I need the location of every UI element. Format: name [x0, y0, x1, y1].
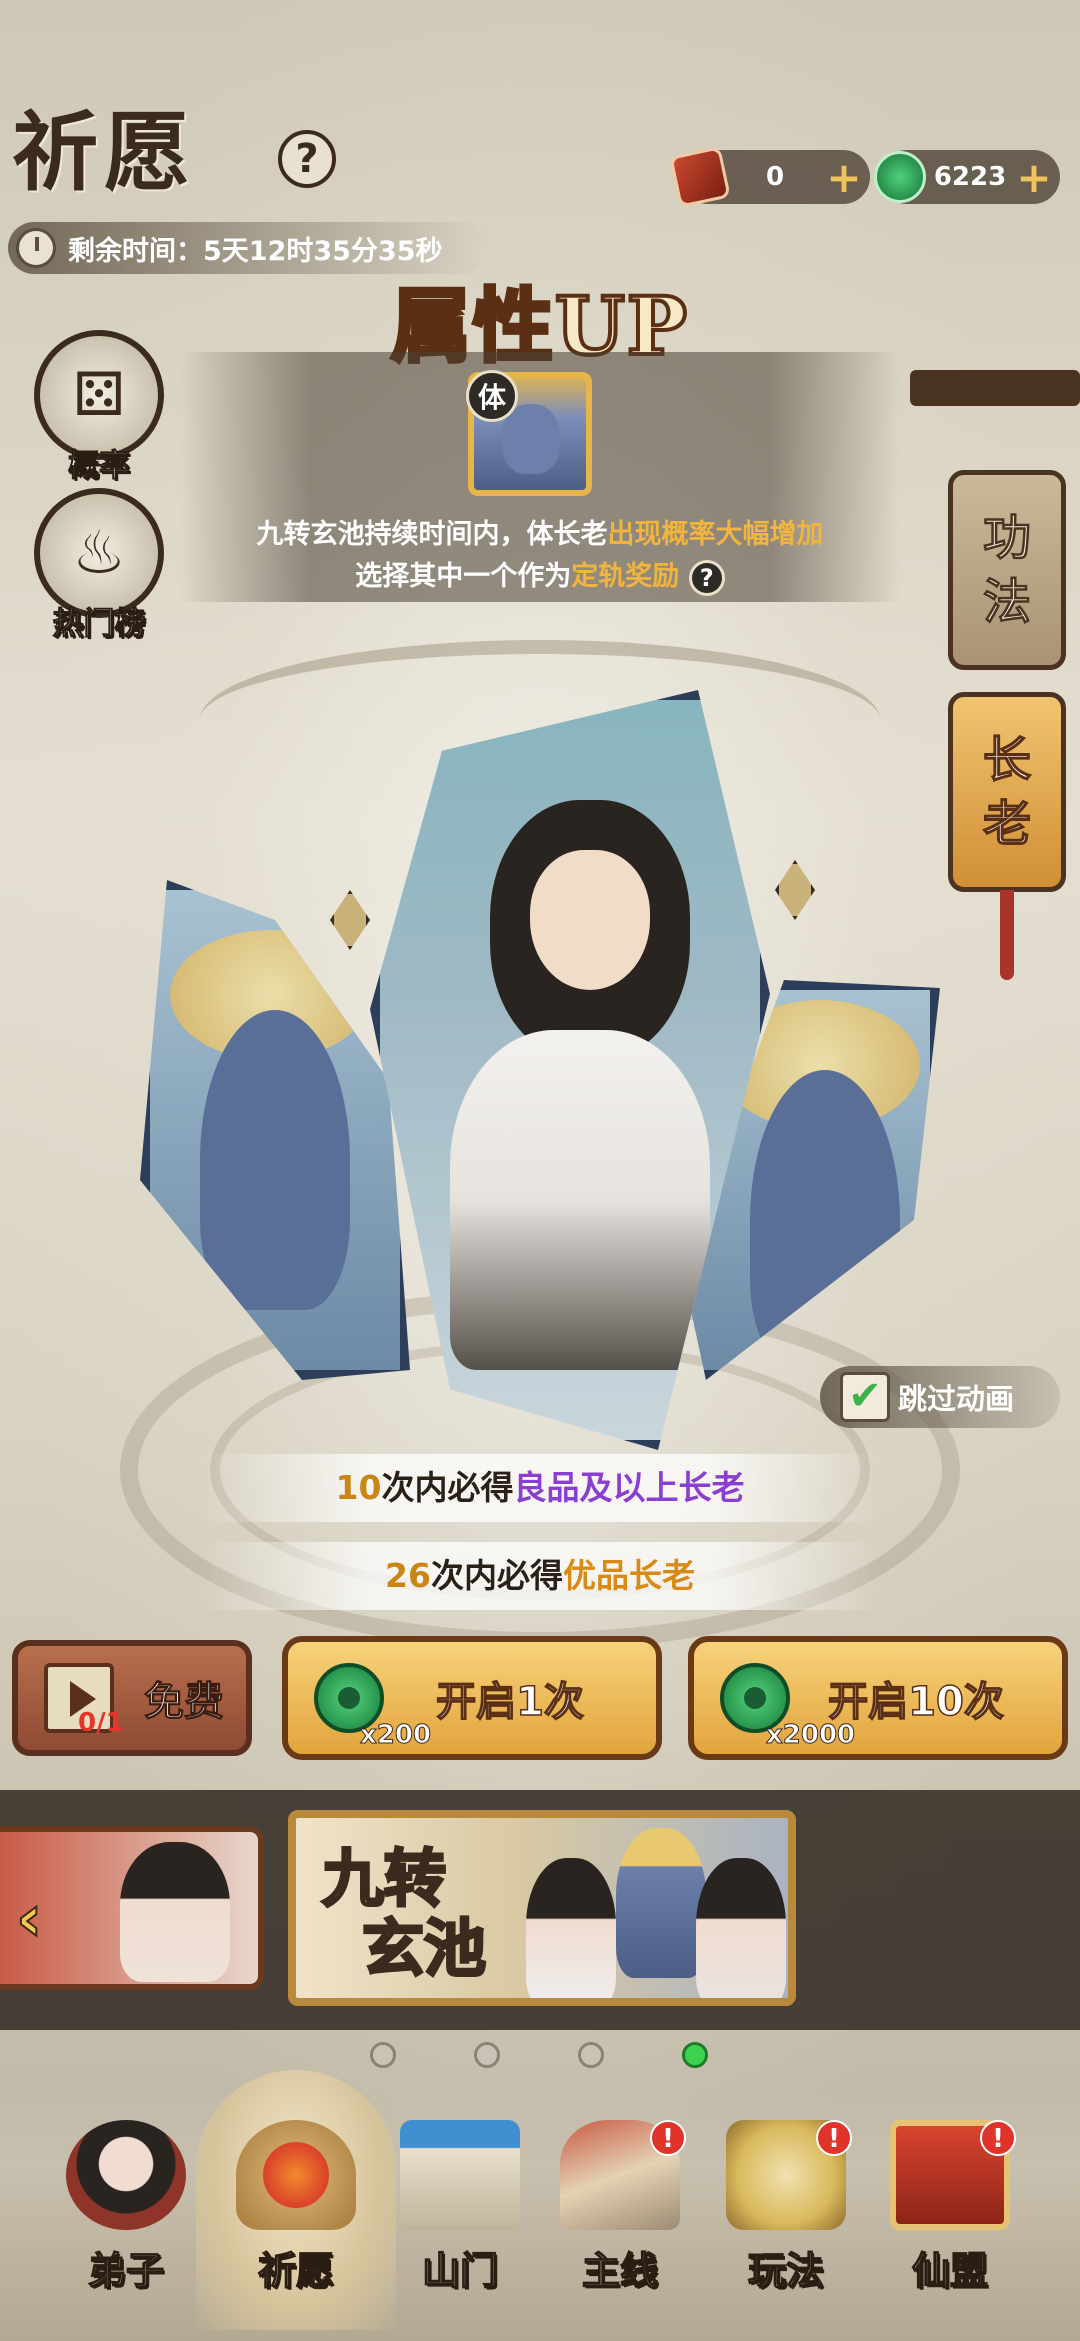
- elder-face: [502, 404, 560, 474]
- guarantee-1-text: 次内必得: [381, 1468, 514, 1507]
- girl-body: [450, 1030, 710, 1370]
- gate-icon: [400, 2120, 520, 2230]
- pool-title: 九转 玄池: [320, 1842, 522, 1985]
- skip-animation-toggle[interactable]: ✔ 跳过动画: [820, 1366, 1060, 1428]
- page-title: 祈愿: [12, 102, 196, 203]
- skip-animation-label: 跳过动画: [898, 1382, 1015, 1416]
- tab-zhanglao-char2: 老: [982, 795, 1032, 853]
- alert-badge: !: [980, 2120, 1016, 2156]
- up-description-line1: 九转玄池持续时间内，体长老出现概率大幅增加: [180, 512, 900, 551]
- pull-ten-button[interactable]: x2000 开启10次: [688, 1636, 1068, 1760]
- tab-gongfa-char2: 法: [982, 574, 1031, 631]
- help-button[interactable]: ?: [278, 130, 336, 188]
- nav-gate-label: 山门: [421, 2247, 499, 2294]
- free-pull-count: 0/1: [78, 1708, 124, 1738]
- wish-icon: [236, 2120, 356, 2230]
- tab-hanger-beam: [910, 370, 1080, 406]
- up-line1-text: 九转玄池持续时间内，体长老: [256, 519, 608, 550]
- tab-gongfa-char1: 功: [982, 510, 1031, 567]
- pull-once-button[interactable]: x200 开启1次: [282, 1636, 662, 1760]
- reward-help-icon[interactable]: ?: [688, 559, 725, 596]
- pull-once-cost: x200: [359, 1720, 432, 1751]
- up-line1-highlight: 出现概率大幅增加: [607, 519, 824, 550]
- tab-zhanglao[interactable]: 长 老: [948, 692, 1066, 892]
- probability-button[interactable]: ⚄ 概率: [34, 330, 164, 485]
- pool-character: [616, 1828, 706, 1978]
- guarantee-2-text: 次内必得: [430, 1556, 563, 1595]
- guarantee-line-1: 10次内必得良品及以上长老: [200, 1454, 880, 1522]
- tab-gongfa[interactable]: 功 法: [948, 470, 1066, 670]
- free-pull-button[interactable]: 0/1 免费: [12, 1640, 252, 1756]
- nav-wish-label: 祈愿: [257, 2247, 335, 2294]
- pool-title-line2: 玄池: [361, 1912, 488, 1985]
- add-wish-token-button[interactable]: +: [824, 153, 864, 202]
- probability-label: 概率: [68, 448, 131, 485]
- alert-badge: !: [816, 2120, 852, 2156]
- up-description-line2: 选择其中一个作为定轨奖励 ?: [180, 554, 900, 596]
- free-pull-label: 免费: [144, 1679, 225, 1726]
- pull-ten-cost: x2000: [765, 1720, 856, 1751]
- guarantee-1-count: 10: [335, 1468, 382, 1507]
- ranking-label: 热门榜: [52, 606, 146, 643]
- add-jade-button[interactable]: +: [1014, 153, 1054, 202]
- attribute-tag: 体: [466, 370, 518, 422]
- girl-face: [530, 850, 650, 990]
- ranking-button[interactable]: ♨ 热门榜: [34, 488, 164, 643]
- pool-character: [526, 1858, 616, 1998]
- nav-main-quest[interactable]: ! 主线: [540, 2120, 700, 2300]
- nav-disciple-label: 弟子: [87, 2247, 165, 2294]
- nav-disciple[interactable]: 弟子: [46, 2120, 206, 2300]
- tab-zhanglao-char1: 长: [982, 731, 1032, 789]
- page-dot[interactable]: [578, 2042, 604, 2068]
- previous-pool-banner[interactable]: ‹: [0, 1826, 264, 1990]
- nav-alliance[interactable]: ! 仙盟: [870, 2120, 1030, 2300]
- nav-gameplay-label: 玩法: [747, 2247, 825, 2294]
- guarantee-2-reward: 优品长老: [562, 1556, 695, 1595]
- jade-counter: 6223 +: [874, 150, 1060, 204]
- nav-main-quest-label: 主线: [581, 2247, 659, 2294]
- blue-elder-figure: [200, 1010, 350, 1310]
- carousel-page-indicator: [0, 2042, 1080, 2070]
- disciple-icon: [66, 2120, 186, 2230]
- pull-once-label: 开启1次: [435, 1678, 584, 1726]
- clock-icon: [16, 228, 56, 268]
- nav-gameplay[interactable]: ! 玩法: [706, 2120, 866, 2300]
- pool-title-line1: 九转: [320, 1842, 447, 1915]
- page-dot-active[interactable]: [682, 2042, 708, 2068]
- prev-pool-character: [120, 1842, 230, 1982]
- guarantee-2-count: 26: [385, 1556, 431, 1595]
- skip-checkbox[interactable]: ✔: [840, 1372, 890, 1422]
- guarantee-1-reward: 良品及以上长老: [513, 1468, 745, 1507]
- tassel-decoration: [1000, 890, 1014, 980]
- nav-alliance-label: 仙盟: [911, 2247, 989, 2294]
- current-pool-banner[interactable]: 九转 玄池: [288, 1810, 796, 2006]
- pull-ten-label: 开启10次: [827, 1678, 1004, 1726]
- jade-value: 6223: [933, 162, 1007, 192]
- guarantee-line-2: 26次内必得优品长老: [200, 1542, 880, 1610]
- page-dot[interactable]: [474, 2042, 500, 2068]
- wish-token-icon: [669, 146, 731, 208]
- chevron-left-icon[interactable]: ‹: [15, 1881, 43, 1957]
- nav-gate[interactable]: 山门: [380, 2120, 540, 2300]
- wish-token-value: 0: [765, 162, 785, 192]
- up-line2-highlight: 定轨奖励: [571, 561, 680, 592]
- up-line2-text: 选择其中一个作为: [355, 561, 572, 592]
- pool-character: [696, 1858, 786, 1998]
- page-dot[interactable]: [370, 2042, 396, 2068]
- alert-badge: !: [650, 2120, 686, 2156]
- jade-icon: [874, 151, 926, 203]
- wish-token-counter: 0 +: [669, 146, 870, 208]
- nav-wish[interactable]: 祈愿: [216, 2120, 376, 2300]
